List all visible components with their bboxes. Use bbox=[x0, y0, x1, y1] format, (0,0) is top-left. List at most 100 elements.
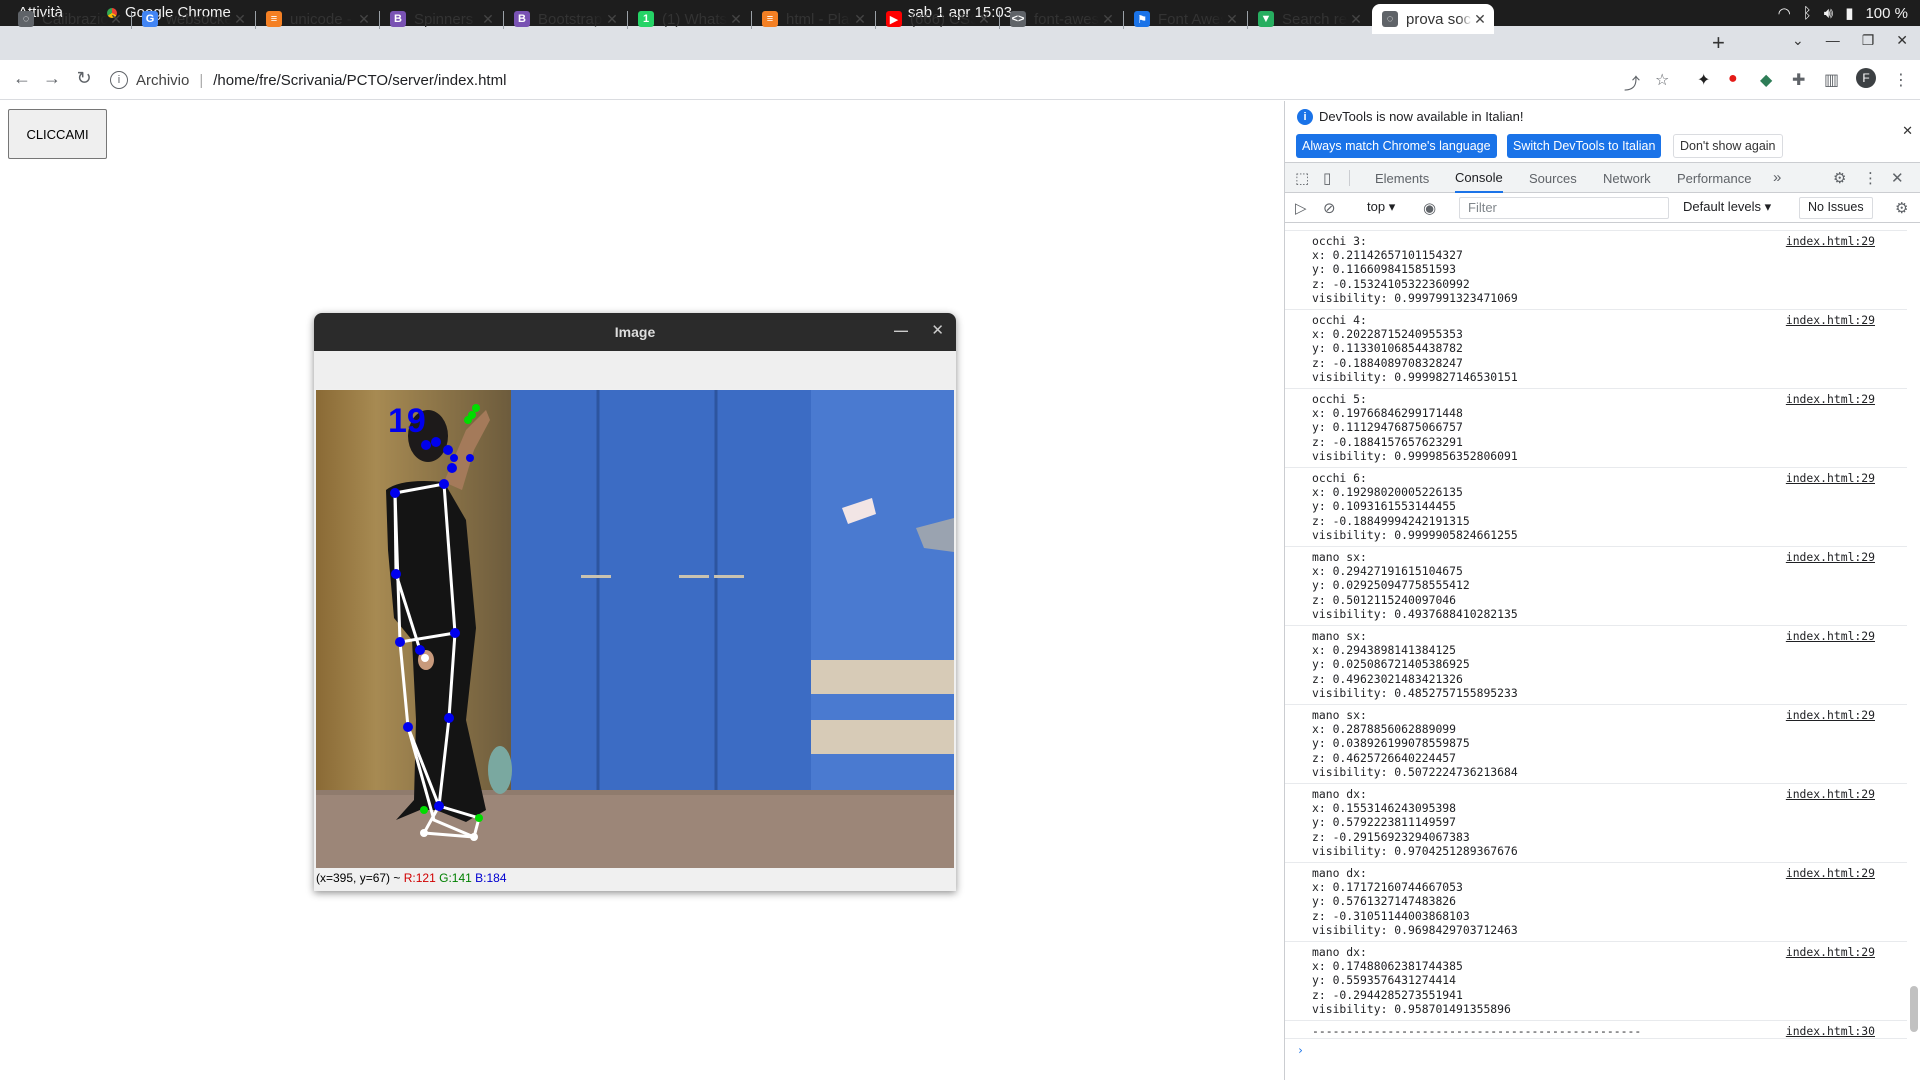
tab-close-icon[interactable]: ✕ bbox=[976, 11, 992, 28]
source-link[interactable]: index.html:29 bbox=[1786, 629, 1875, 643]
tab-5[interactable]: 1 (1) WhatsA✕ bbox=[628, 4, 750, 34]
tab-7[interactable]: ▶ (666) CSS 3✕ bbox=[876, 4, 998, 34]
clear-console-icon[interactable]: ⊘ bbox=[1323, 199, 1336, 217]
tab-3[interactable]: B Spinners · B✕ bbox=[380, 4, 502, 34]
image-window-titlebar[interactable]: Image — ✕ bbox=[314, 313, 956, 351]
back-arrow-icon[interactable]: ← bbox=[10, 68, 34, 89]
tab-close-icon[interactable]: ✕ bbox=[1224, 11, 1240, 28]
gear-icon[interactable]: ⚙ bbox=[1895, 199, 1908, 217]
entry-y-value: 0.11330106854438782 bbox=[1332, 341, 1463, 356]
source-link[interactable]: index.html:30 bbox=[1786, 1024, 1875, 1038]
tab-9[interactable]: ⚑ Font Aweso✕ bbox=[1124, 4, 1246, 34]
opera-extension-icon[interactable]: ● bbox=[1728, 70, 1738, 88]
switch-italian-button[interactable]: Switch DevTools to Italian bbox=[1507, 134, 1662, 158]
share-icon[interactable]: ⤴ bbox=[1624, 70, 1640, 94]
tab-8[interactable]: <> font-aweso✕ bbox=[1000, 4, 1122, 34]
address-bar[interactable]: i Archivio | /home/fre/Scrivania/PCTO/se… bbox=[110, 65, 1680, 95]
source-link[interactable]: index.html:29 bbox=[1786, 787, 1875, 801]
tab-close-icon[interactable]: ✕ bbox=[480, 11, 496, 28]
console-prompt[interactable]: › bbox=[1285, 1039, 1907, 1061]
source-link[interactable]: index.html:29 bbox=[1786, 866, 1875, 880]
tab-close-icon[interactable]: ✕ bbox=[1348, 11, 1364, 28]
entry-visibility-value: 0.9999856352806091 bbox=[1394, 448, 1518, 463]
bookmark-star-icon[interactable]: ☆ bbox=[1655, 70, 1669, 90]
entry-x-line: x: 0.1553146243095398 bbox=[1312, 801, 1907, 815]
bin bbox=[488, 746, 512, 794]
tab-close-icon[interactable]: ✕ bbox=[1100, 11, 1116, 28]
tab-close-icon[interactable]: ✕ bbox=[232, 11, 248, 28]
tab-search-chevron-icon[interactable]: ⌄ bbox=[1792, 32, 1804, 49]
console-scrollbar[interactable] bbox=[1910, 223, 1918, 1080]
tab-sources[interactable]: Sources bbox=[1529, 163, 1577, 193]
tab-close-icon[interactable]: ✕ bbox=[1472, 11, 1488, 28]
source-link[interactable]: index.html:29 bbox=[1786, 313, 1875, 327]
context-selector[interactable]: top ▾ bbox=[1367, 199, 1395, 215]
camera-frame[interactable]: 19 bbox=[316, 390, 954, 868]
log-levels-dropdown[interactable]: Default levels ▾ bbox=[1683, 199, 1771, 215]
more-tabs-icon[interactable]: » bbox=[1773, 169, 1781, 186]
cliccami-button[interactable]: CLICCAMI bbox=[8, 109, 107, 159]
source-link[interactable]: index.html:29 bbox=[1786, 471, 1875, 485]
close-icon[interactable]: ✕ bbox=[931, 321, 944, 339]
extension-dark-icon[interactable]: ✦ bbox=[1697, 70, 1710, 90]
source-link[interactable]: index.html:29 bbox=[1786, 550, 1875, 564]
tab-elements[interactable]: Elements bbox=[1375, 163, 1429, 193]
tab-2[interactable]: ≡ unicode - D✕ bbox=[256, 4, 378, 34]
tab-1[interactable]: Gwebsocket ✕ bbox=[132, 4, 254, 34]
system-tray[interactable]: ◠ ᛒ 🔊︎ ▮ 100 % bbox=[1778, 4, 1908, 23]
browser-toolbar: ← → ↻ i Archivio | /home/fre/Scrivania/P… bbox=[0, 60, 1920, 100]
tab-network[interactable]: Network bbox=[1603, 163, 1651, 193]
eye-icon[interactable]: ◉ bbox=[1423, 199, 1436, 217]
entry-x-line: x: 0.17488062381744385 bbox=[1312, 959, 1907, 973]
address-url[interactable]: /home/fre/Scrivania/PCTO/server/index.ht… bbox=[213, 72, 506, 89]
match-language-button[interactable]: Always match Chrome's language bbox=[1296, 134, 1497, 158]
tab-console[interactable]: Console bbox=[1455, 163, 1503, 193]
tab-6[interactable]: ≡ html - Placi✕ bbox=[752, 4, 874, 34]
profile-avatar[interactable]: F bbox=[1856, 68, 1876, 88]
restore-icon[interactable]: ❐ bbox=[1862, 32, 1875, 49]
kebab-menu-icon[interactable]: ⋮ bbox=[1893, 70, 1909, 90]
extension-green-icon[interactable]: ◆ bbox=[1760, 70, 1772, 90]
drawer bbox=[811, 720, 954, 754]
dont-show-again-button[interactable]: Don't show again bbox=[1673, 134, 1783, 158]
side-panel-icon[interactable]: ▥ bbox=[1824, 70, 1839, 90]
wardrobe bbox=[511, 390, 821, 800]
extensions-puzzle-icon[interactable]: ✚ bbox=[1792, 70, 1805, 90]
tab-10[interactable]: ▼ Search resu✕ bbox=[1248, 4, 1370, 34]
reload-icon[interactable]: ↻ bbox=[72, 68, 96, 89]
tab-close-icon[interactable]: ✕ bbox=[728, 11, 744, 28]
gear-icon[interactable]: ⚙ bbox=[1833, 169, 1846, 187]
source-link[interactable]: index.html:29 bbox=[1786, 945, 1875, 959]
close-icon[interactable]: ✕ bbox=[1896, 32, 1908, 49]
kebab-menu-icon[interactable]: ⋮ bbox=[1863, 169, 1878, 187]
entry-x-line: x: 0.19298020005226135 bbox=[1312, 485, 1907, 499]
banner-message: DevTools is now available in Italian! bbox=[1319, 109, 1524, 124]
source-link[interactable]: index.html:29 bbox=[1786, 392, 1875, 406]
minimize-icon[interactable]: — bbox=[1826, 32, 1840, 49]
tab-11[interactable]: ◌ prova sock ✕ bbox=[1372, 4, 1494, 34]
sidebar-toggle-icon[interactable]: ▷ bbox=[1295, 199, 1307, 217]
tab-close-icon[interactable]: ✕ bbox=[604, 11, 620, 28]
inspect-element-icon[interactable]: ⬚ bbox=[1295, 169, 1309, 187]
console-output[interactable]: occhi 3: x: 0.21142657101154327 y: 0.11660… bbox=[1285, 223, 1907, 1080]
filter-input[interactable]: Filter bbox=[1459, 197, 1669, 219]
tab-4[interactable]: B Bootstrap ✕ bbox=[504, 4, 626, 34]
minimize-icon[interactable]: — bbox=[894, 322, 908, 338]
source-link[interactable]: index.html:29 bbox=[1786, 708, 1875, 722]
new-tab-button[interactable]: + bbox=[1712, 30, 1725, 56]
close-icon[interactable]: ✕ bbox=[1902, 123, 1913, 139]
source-link[interactable]: index.html:29 bbox=[1786, 234, 1875, 248]
tab-close-icon[interactable]: ✕ bbox=[852, 11, 868, 28]
tab-performance[interactable]: Performance bbox=[1677, 163, 1751, 193]
issues-button[interactable]: No Issues bbox=[1799, 197, 1873, 219]
tab-close-icon[interactable]: ✕ bbox=[356, 11, 372, 28]
forward-arrow-icon[interactable]: → bbox=[40, 68, 64, 89]
entry-visibility-line: visibility: 0.9704251289367676 bbox=[1312, 844, 1907, 858]
tab-close-icon[interactable]: ✕ bbox=[108, 11, 124, 28]
device-toolbar-icon[interactable]: ▯ bbox=[1323, 169, 1331, 187]
tab-0[interactable]: ◌ Calibrazion✕ bbox=[8, 4, 130, 34]
close-icon[interactable]: ✕ bbox=[1891, 169, 1904, 187]
tab-title: prova sock bbox=[1406, 10, 1472, 28]
site-info-icon[interactable]: i bbox=[110, 71, 128, 89]
entry-key: y: bbox=[1312, 894, 1333, 909]
